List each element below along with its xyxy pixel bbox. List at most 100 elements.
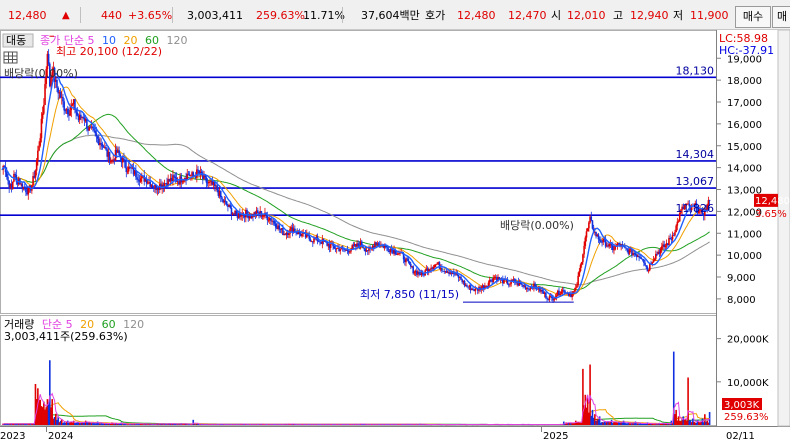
candle-body — [418, 271, 420, 274]
candle-body — [267, 219, 270, 221]
candle-body — [578, 271, 581, 276]
x-label-2023: 2023 — [0, 431, 25, 442]
high-annotation: 최고 20,100 (12/22) — [56, 45, 162, 58]
candle-body — [92, 126, 94, 129]
candle-body — [406, 258, 409, 260]
candle-body — [262, 215, 265, 217]
candle-body — [100, 143, 103, 144]
hc-value: HC:-37.91 — [719, 44, 774, 57]
candle-body — [35, 160, 38, 171]
candle-body — [294, 228, 296, 232]
candle-body — [580, 262, 583, 265]
candle-body — [674, 232, 676, 236]
candle-body — [44, 83, 46, 105]
candle-body — [240, 215, 242, 217]
bid-price: 12,470 — [508, 9, 547, 22]
candle-body — [204, 175, 206, 178]
low-annotation: 최저 7,850 (11/15) — [360, 288, 459, 301]
right-scrollbar[interactable] — [777, 30, 790, 427]
candle-body — [432, 267, 435, 269]
candle-body — [363, 248, 365, 250]
y-tick-label: 16,000 — [727, 120, 762, 131]
candle-body — [633, 253, 636, 254]
candle-body — [669, 238, 671, 240]
candle-body — [329, 244, 332, 248]
buy-button[interactable]: 매수 — [735, 6, 771, 28]
candle-body — [413, 272, 416, 274]
candle-body — [174, 176, 177, 178]
candle-body — [349, 251, 351, 253]
candle-body — [626, 248, 628, 250]
candle-body — [597, 234, 600, 240]
quote-bar: 12,480 ▲ 440 +3.65% 3,003,411 259.63% 11… — [0, 0, 790, 30]
stock-name: 대동 — [6, 34, 26, 47]
volume-tick-label: 20,000K — [727, 335, 769, 346]
high-price: 12,940 — [630, 9, 669, 22]
candle-body — [644, 262, 646, 266]
candle-body — [598, 239, 601, 241]
current-price-tag-value: 12,480 — [755, 196, 790, 207]
sell-button[interactable]: 매 — [772, 6, 790, 28]
current-price-tag-pct: 3.65% — [755, 209, 787, 220]
candle-body — [577, 275, 579, 286]
open-label: 시 — [551, 9, 562, 22]
candle-body — [586, 228, 589, 232]
ask-price: 12,480 — [457, 9, 496, 22]
candle-body — [664, 245, 667, 248]
candle-body — [387, 247, 389, 251]
candle-body — [47, 53, 50, 64]
price-panel-frame — [0, 30, 717, 314]
table-icon[interactable] — [3, 51, 18, 64]
candle-body — [96, 136, 99, 139]
candle-body — [205, 177, 208, 183]
candle-body — [125, 167, 128, 172]
turnover-rate: 11.71% — [303, 9, 345, 22]
candle-body — [545, 292, 547, 298]
y-tick-label: 18,000 — [727, 76, 762, 87]
candle-body — [390, 249, 393, 250]
candle-body — [229, 205, 232, 208]
candle-body — [357, 243, 359, 246]
candle-body — [588, 222, 590, 229]
candle-body — [582, 254, 584, 263]
candle-body — [273, 221, 276, 224]
volume-tag-value: 3,003K — [724, 400, 760, 411]
candle-body — [560, 291, 563, 294]
candle-body — [14, 173, 16, 175]
candle-body — [37, 150, 39, 161]
support-line-label: 18,130 — [676, 64, 715, 77]
high-label: 고 — [613, 9, 624, 22]
candle-body — [436, 263, 438, 265]
candle-body — [216, 185, 218, 191]
candle-body — [668, 238, 670, 246]
x-label-2025: 2025 — [543, 431, 568, 442]
candle-body — [546, 297, 548, 299]
candle-body — [43, 104, 45, 114]
price-change-pct: +3.65% — [128, 9, 173, 22]
y-tick-label: 10,000 — [727, 251, 762, 262]
candle-body — [94, 130, 97, 134]
dividend-note-mid: 배당락(0.00%) — [500, 219, 574, 232]
candle-body — [69, 110, 71, 116]
candle-body — [634, 253, 637, 255]
candle-body — [75, 109, 77, 113]
candle-body — [266, 215, 269, 221]
candle-body — [613, 249, 615, 251]
candle-body — [105, 147, 107, 150]
candle-body — [62, 96, 64, 102]
candle-body — [25, 188, 27, 193]
open-price: 12,010 — [567, 9, 606, 22]
stock-chart[interactable]: 19,00018,00017,00016,00015,00014,00013,0… — [0, 30, 790, 446]
candle-body — [219, 191, 222, 198]
candle-body — [38, 145, 40, 151]
candle-body — [590, 216, 593, 221]
candle-body — [41, 113, 44, 119]
candle-body — [656, 253, 658, 255]
y-tick-label: 8,000 — [727, 295, 756, 306]
candle-body — [270, 218, 272, 221]
candle-body — [472, 288, 474, 290]
support-line-label: 13,067 — [676, 175, 715, 188]
candle-body — [66, 109, 69, 115]
candle-body — [147, 182, 149, 184]
candle-body — [601, 242, 603, 243]
